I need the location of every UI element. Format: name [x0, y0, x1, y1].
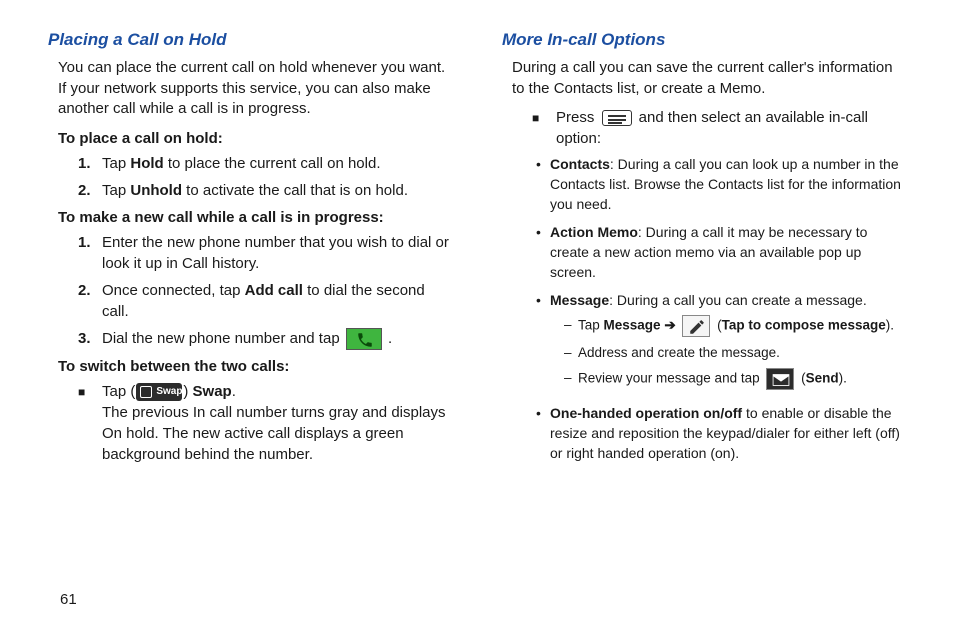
list-item: • Action Memo: During a call it may be n… — [536, 223, 906, 283]
step-number: 3. — [78, 328, 102, 350]
step-text: Tap Hold to place the current call on ho… — [102, 153, 380, 174]
bullet-icon: • — [536, 291, 550, 396]
square-bullet-icon: ■ — [532, 107, 556, 149]
section-heading-hold: Placing a Call on Hold — [48, 30, 452, 50]
list-item: • Contacts: During a call you can look u… — [536, 155, 906, 215]
list-item: • Message: During a call you can create … — [536, 291, 906, 396]
two-column-layout: Placing a Call on Hold You can place the… — [48, 30, 906, 472]
page-number: 61 — [60, 591, 77, 608]
swap-icon: Swap — [136, 383, 182, 401]
section-heading-more-options: More In-call Options — [502, 30, 906, 50]
options-bullet-list: • Contacts: During a call you can look u… — [536, 155, 906, 463]
dash-item: – Review your message and tap (Send). — [564, 368, 906, 390]
step-number: 2. — [78, 280, 102, 322]
intro-paragraph: You can place the current call on hold w… — [58, 58, 452, 120]
step-number: 2. — [78, 180, 102, 201]
subheading-new-call: To make a new call while a call is in pr… — [58, 209, 452, 226]
dash-icon: – — [564, 343, 578, 363]
press-text: Press and then select an available in-ca… — [556, 107, 906, 149]
swap-text: Tap (Swap) Swap. The previous In call nu… — [102, 381, 452, 465]
step-item: 3. Dial the new phone number and tap . — [78, 328, 452, 350]
bullet-icon: • — [536, 223, 550, 283]
square-bullet-icon: ■ — [78, 381, 102, 465]
left-column: Placing a Call on Hold You can place the… — [48, 30, 452, 472]
step-text: Once connected, tap Add call to dial the… — [102, 280, 452, 322]
step-item: 2. Once connected, tap Add call to dial … — [78, 280, 452, 322]
step-item: 1. Enter the new phone number that you w… — [78, 232, 452, 274]
list-item: • One-handed operation on/off to enable … — [536, 404, 906, 464]
step-text: Enter the new phone number that you wish… — [102, 232, 452, 274]
step-text: Dial the new phone number and tap . — [102, 328, 392, 350]
compose-icon — [682, 315, 710, 337]
phone-call-icon — [346, 328, 382, 350]
dash-item: – Tap Message ➔ (Tap to compose message)… — [564, 315, 906, 337]
subheading-switch: To switch between the two calls: — [58, 358, 452, 375]
dash-icon: – — [564, 315, 578, 337]
step-number: 1. — [78, 232, 102, 274]
menu-icon — [602, 110, 632, 126]
steps-place-hold: 1. Tap Hold to place the current call on… — [78, 153, 452, 201]
bullet-icon: • — [536, 404, 550, 464]
bullet-icon: • — [536, 155, 550, 215]
right-column: More In-call Options During a call you c… — [502, 30, 906, 472]
swap-instruction: ■ Tap (Swap) Swap. The previous In call … — [78, 381, 452, 465]
step-item: 1. Tap Hold to place the current call on… — [78, 153, 452, 174]
send-envelope-icon — [766, 368, 794, 390]
steps-new-call: 1. Enter the new phone number that you w… — [78, 232, 452, 350]
step-item: 2. Tap Unhold to activate the call that … — [78, 180, 452, 201]
intro-paragraph: During a call you can save the current c… — [512, 58, 906, 99]
dash-item: – Address and create the message. — [564, 343, 906, 363]
dash-icon: – — [564, 368, 578, 390]
step-text: Tap Unhold to activate the call that is … — [102, 180, 408, 201]
step-number: 1. — [78, 153, 102, 174]
message-sub-steps: – Tap Message ➔ (Tap to compose message)… — [564, 315, 906, 391]
press-instruction: ■ Press and then select an available in-… — [532, 107, 906, 149]
subheading-place-hold: To place a call on hold: — [58, 130, 452, 147]
